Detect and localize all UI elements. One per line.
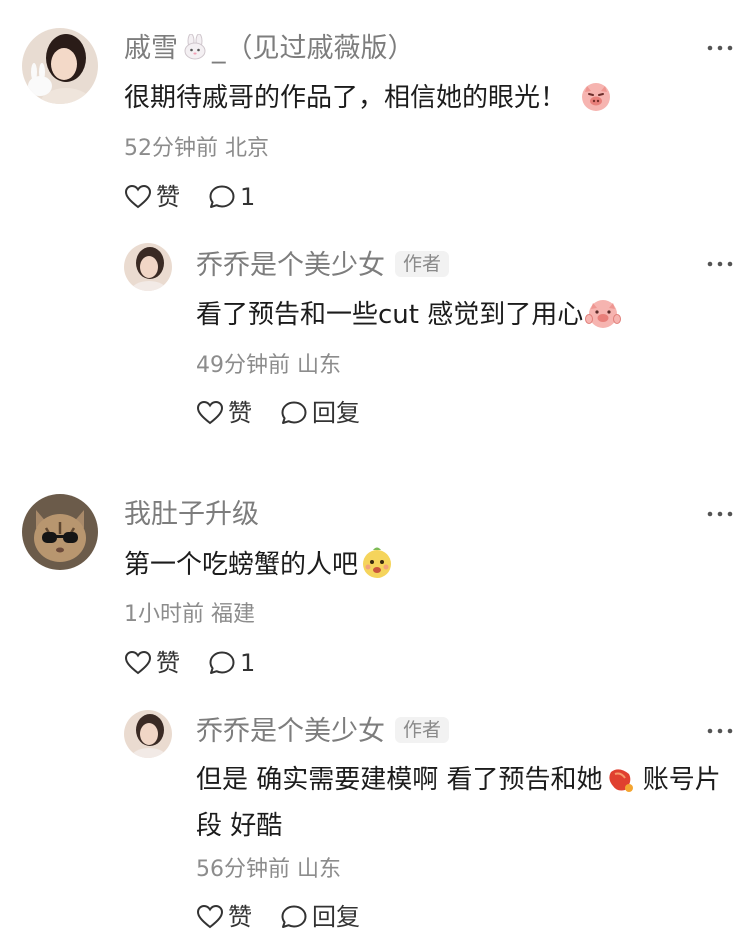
- comment-username[interactable]: 我肚子升级: [124, 498, 259, 532]
- more-options-icon[interactable]: [704, 38, 736, 58]
- reply-meta: 49分钟前 山东: [196, 353, 341, 378]
- author-badge: 作者: [395, 717, 450, 743]
- like-button[interactable]: 赞: [196, 902, 252, 932]
- comment-meta: 52分钟前 北京: [124, 136, 269, 161]
- like-label: 赞: [228, 399, 252, 427]
- comment-username[interactable]: 戚雪 _（见过戚薇版）: [124, 32, 415, 69]
- username-text[interactable]: 乔乔是个美少女: [196, 250, 385, 281]
- like-button[interactable]: 赞: [196, 398, 252, 428]
- reply-button[interactable]: 回复: [280, 398, 360, 428]
- reply-label: 回复: [312, 399, 360, 427]
- comment-bubble-icon: [209, 651, 235, 674]
- avatar[interactable]: [124, 243, 172, 291]
- comment-count-button[interactable]: 1: [208, 182, 255, 212]
- comment-count: 1: [240, 183, 256, 211]
- sweet-potato-emoji-icon: [605, 764, 635, 806]
- comment-bubble-icon: [281, 401, 307, 424]
- more-options-icon[interactable]: [704, 254, 736, 274]
- like-label: 赞: [156, 649, 180, 677]
- heart-icon: [196, 400, 224, 425]
- comment-count-button[interactable]: 1: [208, 648, 255, 678]
- more-options-icon[interactable]: [704, 721, 736, 741]
- reply-username[interactable]: 乔乔是个美少女 作者: [196, 249, 450, 283]
- reply-meta: 56分钟前 山东: [196, 857, 341, 882]
- reply-button[interactable]: 回复: [280, 902, 360, 932]
- comment-meta: 1小时前 福建: [124, 602, 255, 627]
- comment-bubble-icon: [209, 185, 235, 208]
- reply-username[interactable]: 乔乔是个美少女 作者: [196, 715, 450, 749]
- reply-text: 但是 确实需要建模啊 看了预告和她 账号片段 好酷: [196, 760, 736, 846]
- heart-icon: [124, 184, 152, 209]
- comment-text-content: 第一个吃螃蟹的人吧: [124, 550, 359, 580]
- more-options-icon[interactable]: [704, 504, 736, 524]
- username-text[interactable]: 戚雪: [124, 33, 178, 64]
- comment-text: 很期待戚哥的作品了，相信她的眼光！: [124, 78, 612, 124]
- username-suffix: _（见过戚薇版）: [212, 33, 415, 64]
- comment-text-content: 很期待戚哥的作品了，相信她的眼光！: [124, 83, 567, 113]
- username-text[interactable]: 乔乔是个美少女: [196, 716, 385, 747]
- reply-text-content: 看了预告和一些cut 感觉到了用心: [196, 300, 584, 330]
- yellow-face-emoji-icon: [360, 545, 394, 591]
- heart-icon: [196, 904, 224, 929]
- like-button[interactable]: 赞: [124, 182, 180, 212]
- like-button[interactable]: 赞: [124, 648, 180, 678]
- avatar[interactable]: [124, 710, 172, 758]
- comment-bubble-icon: [281, 905, 307, 928]
- reply-text-content: 但是 确实需要建模啊 看了预告和她: [196, 765, 603, 795]
- avatar[interactable]: [22, 494, 98, 570]
- author-badge: 作者: [395, 251, 450, 277]
- comment-count: 1: [240, 649, 256, 677]
- pig-shy-emoji-icon: [585, 295, 622, 341]
- pig-face-emoji-icon: [580, 80, 612, 124]
- rabbit-icon: [182, 33, 208, 69]
- username-text[interactable]: 我肚子升级: [124, 499, 259, 530]
- avatar[interactable]: [22, 28, 98, 104]
- comment-text: 第一个吃螃蟹的人吧: [124, 545, 394, 591]
- like-label: 赞: [156, 183, 180, 211]
- reply-label: 回复: [312, 903, 360, 931]
- heart-icon: [124, 650, 152, 675]
- reply-text: 看了预告和一些cut 感觉到了用心: [196, 295, 622, 341]
- like-label: 赞: [228, 903, 252, 931]
